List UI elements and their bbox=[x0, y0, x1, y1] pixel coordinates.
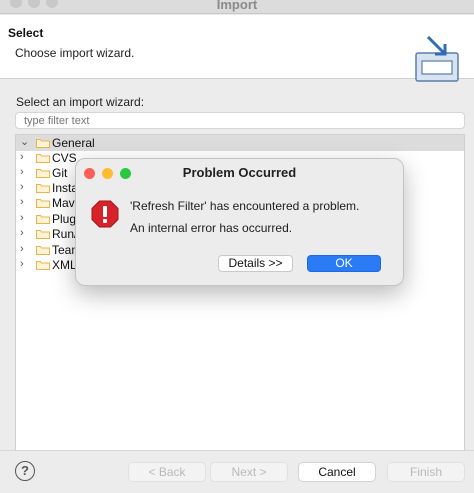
chevron-right-icon[interactable]: › bbox=[20, 212, 30, 224]
folder-icon bbox=[36, 230, 50, 239]
chevron-right-icon[interactable]: › bbox=[20, 243, 30, 255]
folder-icon bbox=[36, 261, 50, 270]
select-wizard-label: Select an import wizard: bbox=[16, 95, 145, 109]
page-title: Select bbox=[8, 26, 44, 40]
chevron-right-icon[interactable]: › bbox=[20, 227, 30, 239]
ok-button[interactable]: OK bbox=[307, 255, 381, 272]
chevron-down-icon[interactable]: ⌄ bbox=[20, 136, 30, 148]
dialog-titlebar: Problem Occurred bbox=[76, 159, 403, 186]
tree-item-label: Git bbox=[52, 166, 68, 180]
wizard-header: Select Choose import wizard. bbox=[0, 15, 474, 82]
folder-icon bbox=[36, 246, 50, 255]
folder-icon bbox=[36, 139, 50, 148]
tree-item-label: XML bbox=[52, 258, 77, 272]
back-button[interactable]: < Back bbox=[128, 462, 206, 482]
window-titlebar: Import bbox=[0, 0, 474, 14]
filter-input[interactable] bbox=[15, 112, 465, 129]
next-button[interactable]: Next > bbox=[210, 462, 288, 482]
folder-icon bbox=[36, 215, 50, 224]
dialog-message: 'Refresh Filter' has encountered a probl… bbox=[130, 199, 360, 213]
dialog-detail: An internal error has occurred. bbox=[130, 221, 293, 235]
help-icon[interactable]: ? bbox=[15, 461, 35, 481]
folder-icon bbox=[36, 184, 50, 193]
folder-icon bbox=[36, 169, 50, 178]
details-button[interactable]: Details >> bbox=[218, 255, 293, 272]
dialog-title: Problem Occurred bbox=[182, 165, 297, 180]
chevron-right-icon[interactable]: › bbox=[20, 181, 30, 193]
wizard-footer: ? < Back Next > Cancel Finish bbox=[0, 450, 474, 493]
chevron-right-icon[interactable]: › bbox=[20, 166, 30, 178]
import-wizard-icon bbox=[415, 35, 459, 82]
cancel-button[interactable]: Cancel bbox=[298, 462, 376, 482]
page-description: Choose import wizard. bbox=[15, 46, 135, 60]
chevron-right-icon[interactable]: › bbox=[20, 258, 30, 270]
problem-dialog: Problem Occurred 'Refresh Filter' has en… bbox=[75, 158, 404, 286]
folder-icon bbox=[36, 199, 50, 208]
tree-item-label: CVS bbox=[52, 151, 77, 165]
finish-button[interactable]: Finish bbox=[387, 462, 465, 482]
chevron-right-icon[interactable]: › bbox=[20, 196, 30, 208]
tree-item-label: General bbox=[52, 136, 95, 150]
window-title: Import bbox=[216, 0, 258, 12]
tree-item-general[interactable]: ⌄ General bbox=[16, 135, 464, 151]
folder-icon bbox=[36, 154, 50, 163]
error-icon bbox=[91, 200, 119, 228]
chevron-right-icon[interactable]: › bbox=[20, 151, 30, 163]
